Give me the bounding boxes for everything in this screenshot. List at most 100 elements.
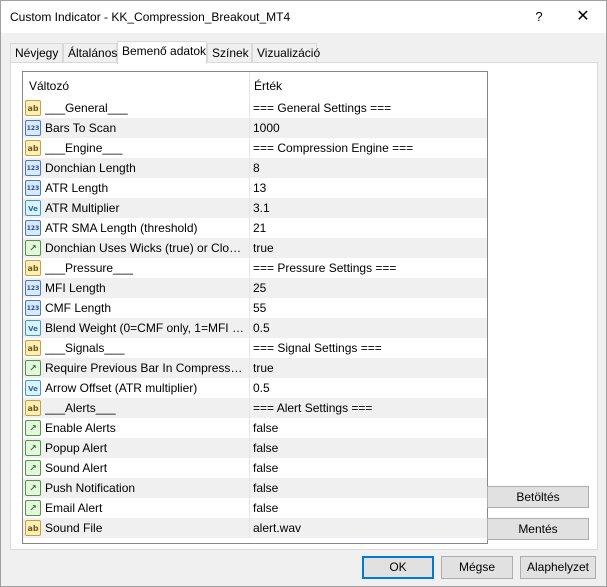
table-row[interactable]: ab ___General___ === General Settings === [23,98,487,118]
row-divider [249,138,250,158]
table-row[interactable]: 123 ATR Length 13 [23,178,487,198]
parameter-name: Sound File [45,521,103,535]
integer-icon: 123 [25,300,41,316]
parameter-name: ___Pressure___ [45,261,134,275]
column-header-variable[interactable]: Változó [29,79,69,93]
table-row[interactable]: ↗ Require Previous Bar In Compression true [23,358,487,378]
column-header-value[interactable]: Érték [254,79,282,93]
parameter-value[interactable]: === Compression Engine === [253,141,478,155]
parameter-value[interactable]: true [253,241,478,255]
parameter-name: ___Engine___ [45,141,123,155]
row-divider [249,398,250,418]
parameter-name: MFI Length [45,281,106,295]
parameter-value[interactable]: 1000 [253,121,478,135]
table-row[interactable]: Ve Arrow Offset (ATR multiplier) 0.5 [23,378,487,398]
tab-vizualizacio[interactable]: Vizualizáció [252,43,320,63]
table-row[interactable]: 123 Bars To Scan 1000 [23,118,487,138]
parameter-value[interactable]: 13 [253,181,478,195]
parameter-value[interactable]: 0.5 [253,381,478,395]
row-divider [249,458,250,478]
table-row[interactable]: ↗ Sound Alert false [23,458,487,478]
close-icon[interactable]: ✕ [571,6,595,28]
string-icon: ab [25,400,41,416]
parameter-name: Bars To Scan [45,121,117,135]
table-row[interactable]: ↗ Push Notification false [23,478,487,498]
table-row[interactable]: 123 Donchian Length 8 [23,158,487,178]
parameter-value[interactable]: === Pressure Settings === [253,261,478,275]
double-icon: Ve [25,200,41,216]
parameter-name: ___Signals___ [45,341,125,355]
parameter-value[interactable]: false [253,481,478,495]
bool-icon: ↗ [25,500,41,516]
parameter-name: ATR SMA Length (threshold) [45,221,198,235]
table-row[interactable]: 123 MFI Length 25 [23,278,487,298]
parameter-value[interactable]: true [253,361,478,375]
column-divider[interactable] [249,72,250,98]
parameter-value[interactable]: 25 [253,281,478,295]
bool-icon: ↗ [25,480,41,496]
parameter-value[interactable]: === Signal Settings === [253,341,478,355]
parameter-value[interactable]: false [253,421,478,435]
reset-button[interactable]: Alaphelyzet [520,556,596,579]
parameter-name: Popup Alert [45,441,108,455]
parameter-value[interactable]: 0.5 [253,321,478,335]
parameter-name: Push Notification [45,481,136,495]
parameter-value[interactable]: === Alert Settings === [253,401,478,415]
parameter-value[interactable]: 3.1 [253,201,478,215]
table-row[interactable]: Ve Blend Weight (0=CMF only, 1=MFI only) 0… [23,318,487,338]
row-divider [249,318,250,338]
parameter-name: CMF Length [45,301,112,315]
integer-icon: 123 [25,280,41,296]
tab-nevjegy[interactable]: Névjegy [10,43,63,63]
row-divider [249,478,250,498]
string-icon: ab [25,100,41,116]
table-row[interactable]: ↗ Popup Alert false [23,438,487,458]
parameter-value[interactable]: 55 [253,301,478,315]
table-row[interactable]: ↗ Email Alert false [23,498,487,518]
parameter-value[interactable]: === General Settings === [253,101,478,115]
integer-icon: 123 [25,120,41,136]
table-row[interactable]: ab Sound File alert.wav [23,518,487,538]
parameter-value[interactable]: false [253,461,478,475]
parameter-value[interactable]: 21 [253,221,478,235]
row-divider [249,238,250,258]
parameter-value[interactable]: false [253,441,478,455]
parameter-value[interactable]: 8 [253,161,478,175]
tab-szinek[interactable]: Színek [207,43,252,63]
inputs-panel: Változó Érték ab ___General___ === General… [10,62,598,550]
parameter-name: ATR Multiplier [45,201,120,215]
table-row[interactable]: ab ___Signals___ === Signal Settings === [23,338,487,358]
integer-icon: 123 [25,160,41,176]
row-divider [249,218,250,238]
bool-icon: ↗ [25,420,41,436]
row-divider [249,418,250,438]
parameter-value[interactable]: false [253,501,478,515]
tab-bemeno-adatok[interactable]: Bemenő adatok [117,41,207,64]
table-row[interactable]: ab ___Engine___ === Compression Engine === [23,138,487,158]
window-title: Custom Indicator - KK_Compression_Breako… [10,10,291,24]
row-divider [249,98,250,118]
table-row[interactable]: Ve ATR Multiplier 3.1 [23,198,487,218]
parameter-value[interactable]: alert.wav [253,521,478,535]
table-row[interactable]: 123 CMF Length 55 [23,298,487,318]
parameter-name: Donchian Uses Wicks (true) or Close (fal… [45,241,245,255]
parameter-name: Email Alert [45,501,103,515]
parameter-name: Donchian Length [45,161,136,175]
ok-button[interactable]: OK [362,556,434,579]
table-row[interactable]: 123 ATR SMA Length (threshold) 21 [23,218,487,238]
save-button[interactable]: Mentés [487,518,589,540]
tab-altalanos[interactable]: Általános [63,43,117,63]
help-icon[interactable]: ? [528,7,550,27]
table-row[interactable]: ↗ Donchian Uses Wicks (true) or Close (fa… [23,238,487,258]
table-row[interactable]: ↗ Enable Alerts false [23,418,487,438]
table-row[interactable]: ab ___Alerts___ === Alert Settings === [23,398,487,418]
table-row[interactable]: ab ___Pressure___ === Pressure Settings ==… [23,258,487,278]
custom-indicator-dialog: Custom Indicator - KK_Compression_Breako… [0,0,607,587]
parameter-name: ___Alerts___ [45,401,116,415]
cancel-button[interactable]: Mégse [441,556,513,579]
parameter-name: Require Previous Bar In Compression [45,361,245,375]
double-icon: Ve [25,380,41,396]
integer-icon: 123 [25,180,41,196]
load-button[interactable]: Betöltés [487,486,589,508]
row-divider [249,378,250,398]
